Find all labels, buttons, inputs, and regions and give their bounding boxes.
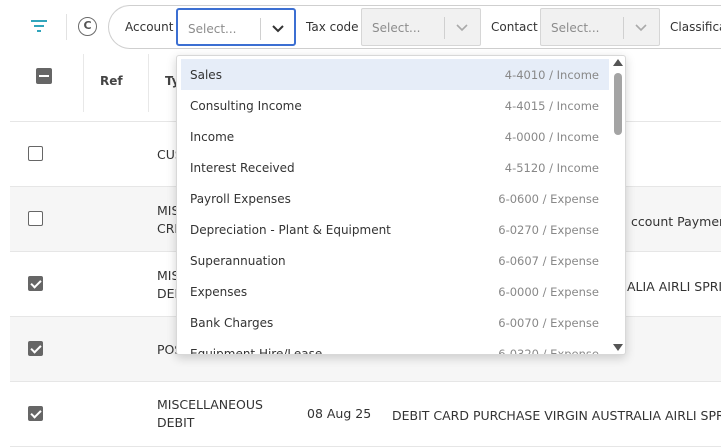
option-code: 4-4010 / Income xyxy=(504,68,599,82)
row-description: ccount Payment xyxy=(631,214,721,229)
option-name: Income xyxy=(190,130,235,144)
select-divider xyxy=(623,17,624,39)
select-all-checkbox[interactable] xyxy=(36,68,52,84)
classification-filter-label: Classificati xyxy=(670,20,721,34)
dropdown-option[interactable]: Consulting Income 4-4015 / Income xyxy=(181,90,609,121)
select-divider xyxy=(260,18,261,40)
option-code: 4-0000 / Income xyxy=(504,130,599,144)
option-name: Consulting Income xyxy=(190,99,302,113)
row-description: DEBIT CARD PURCHASE VIRGIN AUSTRALIA AIR… xyxy=(392,408,721,423)
option-code: 6-0000 / Expense xyxy=(498,285,599,299)
dropdown-option[interactable]: Payroll Expenses 6-0600 / Expense xyxy=(181,183,609,214)
taxcode-filter-label: Tax code xyxy=(306,20,359,34)
dropdown-option[interactable]: Sales 4-4010 / Income xyxy=(181,59,609,90)
dropdown-option[interactable]: Bank Charges 6-0070 / Expense xyxy=(181,307,609,338)
dropdown-option[interactable]: Superannuation 6-0607 / Expense xyxy=(181,245,609,276)
option-name: Payroll Expenses xyxy=(190,192,291,206)
option-code: 4-4015 / Income xyxy=(504,99,599,113)
option-name: Equipment Hire/Lease xyxy=(190,347,323,355)
dropdown-option[interactable]: Income 4-0000 / Income xyxy=(181,121,609,152)
option-name: Depreciation - Plant & Equipment xyxy=(190,223,391,237)
account-select[interactable]: Select... xyxy=(176,8,296,46)
scroll-down-arrow-icon[interactable] xyxy=(613,344,623,351)
select-divider xyxy=(444,17,445,39)
chevron-down-icon[interactable] xyxy=(634,21,648,35)
filter-icon[interactable] xyxy=(28,15,50,37)
copyright-icon[interactable]: C xyxy=(78,17,97,36)
toolbar-divider xyxy=(66,14,67,40)
column-divider xyxy=(148,54,149,112)
account-dropdown-menu: Sales 4-4010 / Income Consulting Income … xyxy=(176,55,626,355)
column-header-ref[interactable]: Ref xyxy=(100,74,123,88)
option-code: 6-0320 / Expense xyxy=(498,347,599,355)
option-name: Expenses xyxy=(190,285,248,299)
contact-select-placeholder: Select... xyxy=(551,21,600,35)
option-name: Superannuation xyxy=(190,254,286,268)
option-code: 6-0070 / Expense xyxy=(498,316,599,330)
option-name: Sales xyxy=(190,68,222,82)
account-select-placeholder: Select... xyxy=(188,22,237,36)
contact-select[interactable]: Select... xyxy=(540,8,660,46)
scrollbar-thumb[interactable] xyxy=(614,73,622,135)
option-code: 6-0600 / Expense xyxy=(498,192,599,206)
scroll-up-arrow-icon[interactable] xyxy=(613,59,623,66)
dropdown-option[interactable]: Expenses 6-0000 / Expense xyxy=(181,276,609,307)
chevron-down-icon[interactable] xyxy=(455,21,469,35)
taxcode-select[interactable]: Select... xyxy=(361,8,481,46)
taxcode-select-placeholder: Select... xyxy=(372,21,421,35)
filter-bar: C Account Select... Tax code Select... C… xyxy=(0,0,721,54)
option-code: 6-0270 / Expense xyxy=(498,223,599,237)
row-checkbox[interactable] xyxy=(28,211,43,226)
row-checkbox[interactable] xyxy=(28,406,43,421)
row-checkbox[interactable] xyxy=(28,146,43,161)
row-description: ALIA AIRLI SPRIN xyxy=(627,279,721,294)
row-date: 08 Aug 25 xyxy=(307,406,372,421)
option-name: Bank Charges xyxy=(190,316,274,330)
option-name: Interest Received xyxy=(190,161,295,175)
row-checkbox[interactable] xyxy=(28,276,43,291)
contact-filter-label: Contact xyxy=(491,20,538,34)
chevron-down-icon[interactable] xyxy=(271,22,285,36)
dropdown-option[interactable]: Interest Received 4-5120 / Income xyxy=(181,152,609,183)
table-row[interactable]: MISCELLANEOUS DEBIT 08 Aug 25 DEBIT CARD … xyxy=(10,382,721,447)
row-checkbox[interactable] xyxy=(28,341,43,356)
account-filter-label: Account xyxy=(125,20,174,34)
dropdown-option[interactable]: Depreciation - Plant & Equipment 6-0270 … xyxy=(181,214,609,245)
row-type: MISCELLANEOUS DEBIT xyxy=(157,397,263,430)
column-divider xyxy=(83,54,84,112)
dropdown-option[interactable]: Equipment Hire/Lease 6-0320 / Expense xyxy=(181,338,609,355)
option-code: 4-5120 / Income xyxy=(504,161,599,175)
option-code: 6-0607 / Expense xyxy=(498,254,599,268)
